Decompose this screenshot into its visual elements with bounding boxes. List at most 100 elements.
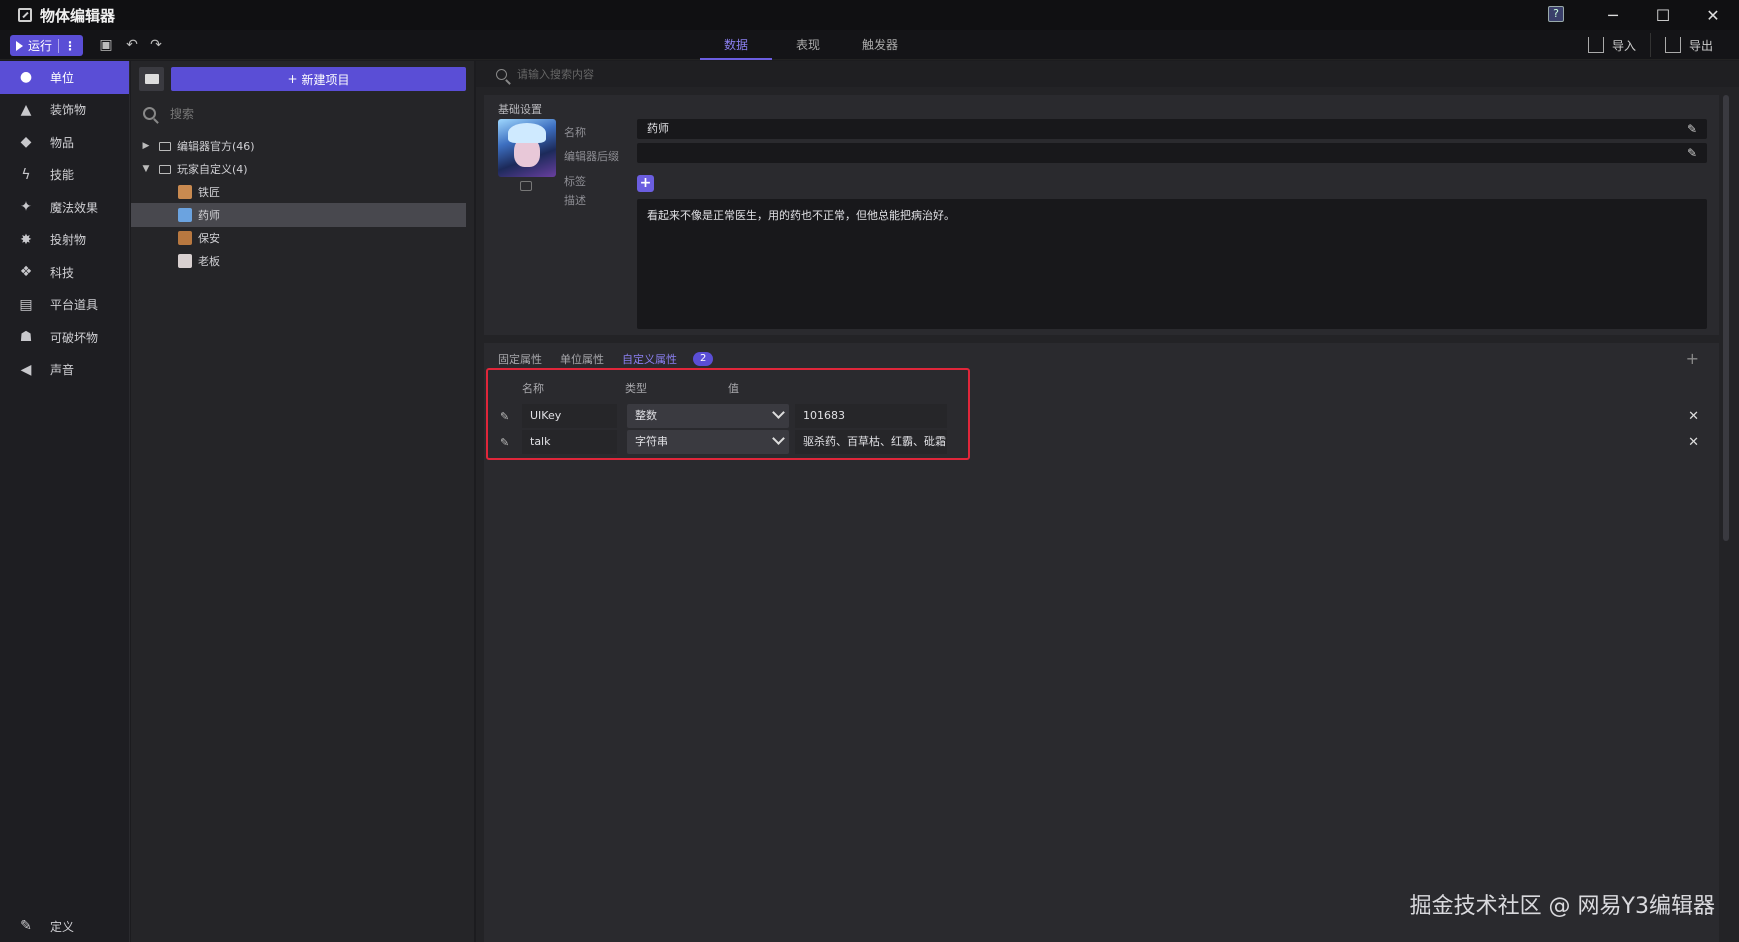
caret-right-icon[interactable]: ▶	[141, 141, 151, 151]
property-tabs: 固定属性 单位属性 自定义属性 2	[498, 351, 714, 367]
watermark: 掘金技术社区 @ 网易Y3编辑器	[1409, 894, 1715, 919]
add-property-icon[interactable]: +	[1686, 349, 1699, 368]
desc-label: 描述	[564, 194, 586, 207]
sparkle-icon: ✦	[20, 199, 32, 216]
unit-portrait[interactable]	[498, 119, 556, 177]
import-button[interactable]: 导入	[1612, 37, 1636, 54]
tree-item-pharmacist[interactable]: 药师	[131, 203, 466, 227]
run-options-icon[interactable]: ⋮	[64, 39, 76, 53]
suffix-label: 编辑器后缀	[564, 150, 619, 163]
person-icon: ●	[19, 69, 33, 86]
folder-icon	[159, 141, 171, 151]
properties-section: 固定属性 单位属性 自定义属性 2 + 名称 类型 值 ✎ UIKey 整数 1…	[484, 343, 1719, 942]
nav-item-define[interactable]: ✎ 定义	[0, 910, 130, 942]
export-icon[interactable]	[1665, 37, 1682, 53]
tree-item-blacksmith[interactable]: 铁匠	[131, 180, 466, 204]
nav-item-magic-effect[interactable]: ✦ 魔法效果	[0, 191, 129, 224]
nav-item-decoration[interactable]: ▲ 装饰物	[0, 94, 129, 127]
unit-avatar-icon	[178, 208, 192, 222]
redo-icon[interactable]: ↷	[148, 37, 164, 53]
tree-group-custom[interactable]: ▼ 玩家自定义(4)	[131, 157, 466, 181]
property-value-field[interactable]: 驱杀药、百草枯、红霸、砒霜~	[795, 430, 947, 454]
maximize-icon[interactable]: ☐	[1638, 0, 1688, 30]
close-window-icon[interactable]: ✕	[1688, 0, 1738, 30]
nav-item-destructible[interactable]: ☗ 可破坏物	[0, 321, 129, 354]
editor-suffix-field[interactable]: ✎	[637, 143, 1707, 163]
import-export-group: 导入 导出	[1588, 30, 1713, 60]
col-header-value: 值	[728, 382, 739, 395]
pencil-icon[interactable]: ✎	[1687, 123, 1699, 135]
pin-icon[interactable]: ✎	[500, 410, 512, 423]
unit-avatar-icon	[178, 231, 192, 245]
name-label: 名称	[564, 126, 586, 139]
undo-icon[interactable]: ↶	[124, 37, 140, 53]
col-header-type: 类型	[625, 382, 647, 395]
property-name-field[interactable]: UIKey	[522, 404, 617, 428]
main-tabs: 数据 表现 触发器	[700, 30, 916, 60]
description-textarea[interactable]: 看起来不像是正常医生，用的药也不正常，但他总能把病治好。	[637, 199, 1707, 329]
tab-fixed-properties[interactable]: 固定属性	[498, 351, 542, 367]
tab-presentation[interactable]: 表现	[772, 30, 844, 60]
scrollbar[interactable]	[1723, 95, 1729, 541]
table-row: ✎ talk 字符串 驱杀药、百草枯、红霸、砒霜~ ✕	[484, 430, 1719, 456]
main-editor: 请输入搜索内容 基础设置 名称 药师 ✎ 编辑器后缀 ✎ 标签 + 描述 看起来…	[476, 61, 1739, 942]
delete-property-icon[interactable]: ✕	[1688, 409, 1699, 424]
pin-icon[interactable]: ✎	[500, 436, 512, 449]
name-field[interactable]: 药师 ✎	[637, 119, 1707, 139]
tag-label: 标签	[564, 175, 586, 188]
folder-icon	[159, 164, 171, 174]
search-icon	[496, 68, 507, 80]
basic-settings-section: 基础设置 名称 药师 ✎ 编辑器后缀 ✎ 标签 + 描述 看起来不像是正常医生，…	[484, 95, 1719, 335]
property-name-field[interactable]: talk	[522, 430, 617, 454]
property-type-select[interactable]: 字符串	[627, 430, 789, 454]
tech-icon: ❖	[19, 264, 33, 281]
category-sidebar: ● 单位 ▲ 装饰物 ◆ 物品 ϟ 技能 ✦ 魔法效果 ✸ 投射物 ❖ 科技 ▤ 平台道具 ☗ 可…	[0, 61, 130, 942]
tab-triggers[interactable]: 触发器	[844, 30, 916, 60]
new-item-button[interactable]: + 新建项目	[171, 67, 466, 91]
col-header-name: 名称	[522, 382, 544, 395]
projectile-icon: ✸	[20, 231, 32, 248]
folder-icon	[144, 74, 159, 84]
tree-group-official[interactable]: ▶ 编辑器官方(46)	[131, 134, 466, 158]
nav-item-sound[interactable]: ◀ 声音	[0, 354, 129, 387]
run-button[interactable]: 运行 ⋮	[10, 35, 83, 56]
delete-property-icon[interactable]: ✕	[1688, 435, 1699, 450]
lightning-icon: ϟ	[21, 166, 31, 183]
new-folder-button[interactable]	[139, 67, 164, 91]
title-bar: 物体编辑器 ? ─ ☐ ✕	[0, 0, 1739, 30]
tree-item-boss[interactable]: 老板	[131, 249, 466, 273]
chevron-down-icon	[772, 406, 785, 419]
app-window: 物体编辑器 ? ─ ☐ ✕ 运行 ⋮ ▣ ↶ ↷ 数据 表现 触发器 导入 导出…	[0, 0, 1739, 942]
property-search-input[interactable]: 请输入搜索内容	[476, 61, 1739, 87]
play-icon	[16, 40, 23, 51]
save-icon[interactable]: ▣	[98, 37, 114, 53]
tree-icon: ▲	[20, 101, 32, 118]
nav-item-unit[interactable]: ● 单位	[0, 61, 129, 94]
nav-item-projectile[interactable]: ✸ 投射物	[0, 224, 129, 257]
property-type-select[interactable]: 整数	[627, 404, 789, 428]
nav-item-platform-prop[interactable]: ▤ 平台道具	[0, 289, 129, 322]
pencil-icon[interactable]: ✎	[1687, 147, 1699, 159]
help-icon[interactable]: ?	[1548, 6, 1564, 22]
window-title: 物体编辑器	[40, 6, 116, 25]
tab-data[interactable]: 数据	[700, 30, 772, 60]
plus-icon: +	[287, 72, 298, 86]
nav-item-skill[interactable]: ϟ 技能	[0, 159, 129, 192]
chevron-down-icon	[772, 432, 785, 445]
tree-item-guard[interactable]: 保安	[131, 226, 466, 250]
add-tag-button[interactable]: +	[637, 175, 654, 192]
property-value-field[interactable]: 101683	[795, 404, 947, 428]
export-button[interactable]: 导出	[1689, 37, 1713, 54]
table-row: ✎ UIKey 整数 101683 ✕	[484, 404, 1719, 430]
change-portrait-icon[interactable]	[520, 181, 532, 191]
nav-item-item[interactable]: ◆ 物品	[0, 126, 129, 159]
speaker-icon: ◀	[20, 361, 32, 378]
nav-item-tech[interactable]: ❖ 科技	[0, 256, 129, 289]
caret-down-icon[interactable]: ▼	[141, 164, 151, 174]
tab-unit-properties[interactable]: 单位属性	[560, 351, 604, 367]
tree-search-input[interactable]: 搜索	[143, 101, 463, 125]
tab-custom-properties[interactable]: 自定义属性	[622, 351, 677, 367]
destructible-icon: ☗	[19, 329, 33, 346]
import-icon[interactable]	[1588, 37, 1604, 53]
minimize-icon[interactable]: ─	[1588, 0, 1638, 30]
